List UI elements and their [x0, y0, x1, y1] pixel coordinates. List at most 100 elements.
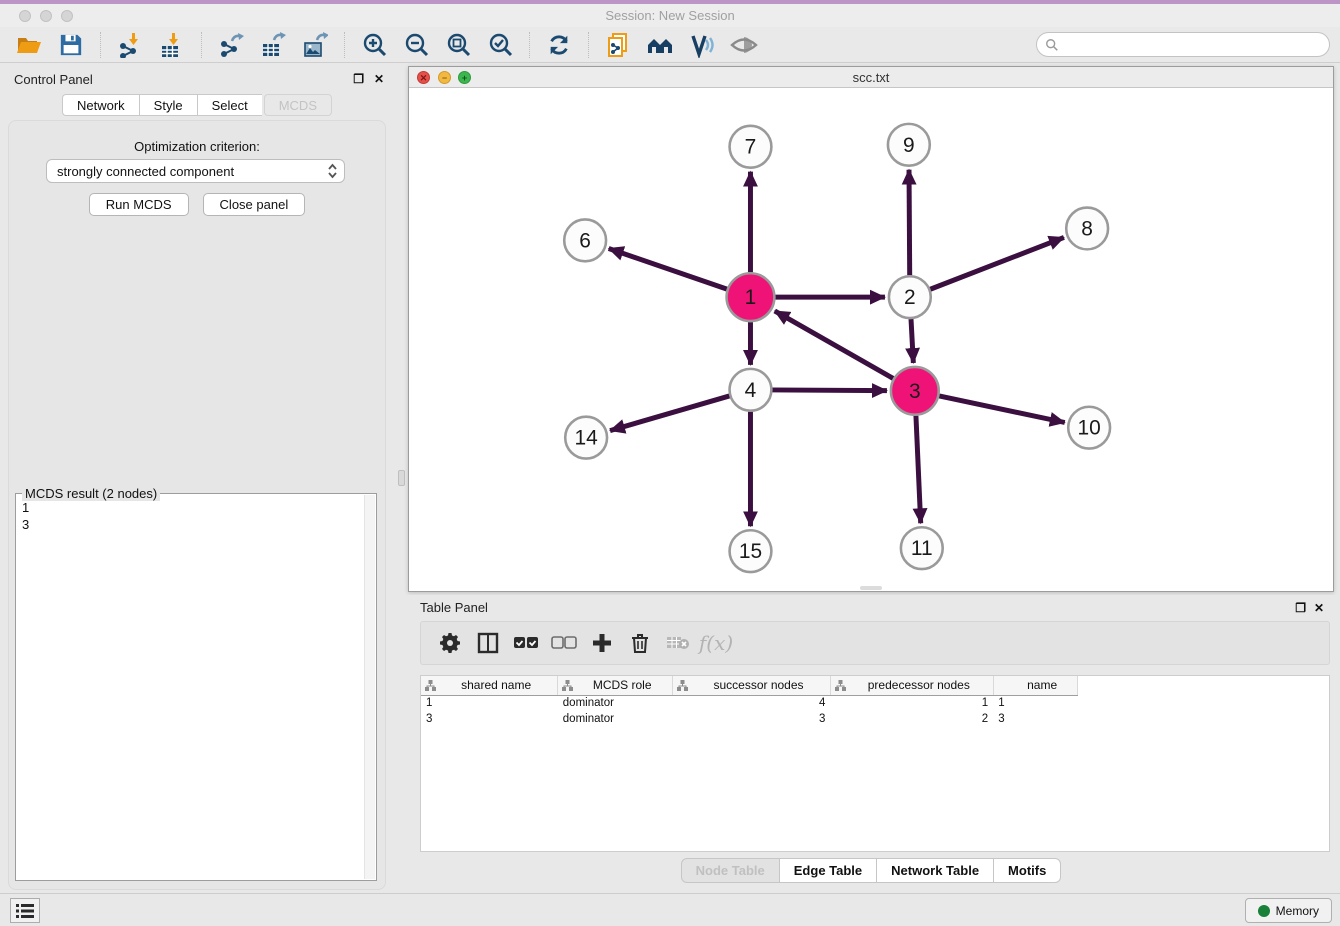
- graph-node-label-11: 11: [911, 537, 933, 560]
- zoom-fit-button[interactable]: [443, 30, 473, 60]
- cyndex-button[interactable]: [687, 30, 717, 60]
- zoom-out-button[interactable]: [401, 30, 431, 60]
- control-panel-float-button[interactable]: ❐: [353, 72, 364, 86]
- table-panel: Table Panel ❐ ✕: [408, 595, 1334, 889]
- toolbar-separator: [100, 32, 101, 58]
- search-input[interactable]: [1059, 37, 1329, 52]
- column-header-shared-name[interactable]: shared name: [421, 676, 558, 695]
- zoom-out-icon: [403, 32, 429, 58]
- zoom-in-icon: [361, 32, 387, 58]
- save-floppy-icon: [59, 33, 83, 57]
- delete-column-button[interactable]: [623, 628, 657, 658]
- close-panel-button[interactable]: Close panel: [203, 193, 306, 216]
- zoom-selected-button[interactable]: [485, 30, 515, 60]
- hierarchy-icon: [425, 680, 436, 691]
- tab-motifs[interactable]: Motifs: [993, 858, 1061, 883]
- network-window-titlebar[interactable]: ✕ − + scc.txt: [409, 67, 1333, 88]
- show-hide-panels-button[interactable]: [729, 30, 759, 60]
- table-settings-button[interactable]: [433, 628, 467, 658]
- memory-status-icon: [1258, 905, 1270, 917]
- show-column-button[interactable]: [471, 628, 505, 658]
- status-bar: Memory: [0, 893, 1340, 926]
- graph-node-label-3: 3: [909, 380, 921, 403]
- network-canvas[interactable]: 7968124314101511: [409, 89, 1333, 591]
- graph-edge-3-10[interactable]: [939, 396, 1065, 423]
- zoom-in-button[interactable]: [359, 30, 389, 60]
- window-titlebar: Session: New Session: [0, 4, 1340, 27]
- clone-network-button[interactable]: [603, 30, 633, 60]
- table-tabs: Node Table Edge Table Network Table Moti…: [408, 858, 1334, 883]
- create-column-button[interactable]: [585, 628, 619, 658]
- control-panel-close-button[interactable]: ✕: [374, 72, 384, 86]
- graph-edge-3-1[interactable]: [775, 311, 893, 378]
- network-resize-grip[interactable]: [860, 586, 882, 590]
- graph-edge-2-8[interactable]: [930, 237, 1064, 289]
- graph-node-label-4: 4: [745, 379, 757, 402]
- graph-edge-4-14[interactable]: [610, 396, 729, 431]
- search-field[interactable]: [1036, 32, 1330, 57]
- toolbar-separator: [529, 32, 530, 58]
- graph-edge-2-9[interactable]: [909, 170, 910, 276]
- export-table-button[interactable]: [258, 30, 288, 60]
- cyndex-icon: [689, 32, 715, 58]
- export-network-button[interactable]: [216, 30, 246, 60]
- trash-icon: [630, 632, 650, 654]
- graph-node-label-15: 15: [739, 540, 762, 563]
- run-mcds-button[interactable]: Run MCDS: [89, 193, 189, 216]
- column-header-predecessor-nodes[interactable]: predecessor nodes: [830, 676, 993, 695]
- tab-network-table[interactable]: Network Table: [876, 858, 993, 883]
- open-folder-icon: [16, 32, 42, 58]
- delete-table-button[interactable]: [661, 628, 695, 658]
- tab-node-table[interactable]: Node Table: [681, 858, 779, 883]
- network-window-title: scc.txt: [409, 70, 1333, 85]
- criterion-select[interactable]: strongly connected component: [46, 159, 345, 183]
- import-network-icon: [117, 32, 143, 58]
- graph-edge-3-11[interactable]: [916, 416, 921, 524]
- application-window: Session: New Session: [0, 0, 1340, 926]
- task-history-button[interactable]: [10, 898, 40, 923]
- column-header-name[interactable]: name: [993, 676, 1077, 695]
- column-header-mcds-role[interactable]: MCDS role: [558, 676, 673, 695]
- memory-button[interactable]: Memory: [1245, 898, 1332, 923]
- eye-icon: [730, 32, 758, 58]
- tab-network[interactable]: Network: [62, 94, 139, 116]
- deselect-all-columns-button[interactable]: [547, 628, 581, 658]
- plus-icon: [592, 633, 612, 653]
- list-icon: [16, 904, 34, 918]
- tab-edge-table[interactable]: Edge Table: [779, 858, 876, 883]
- tab-style[interactable]: Style: [139, 94, 197, 116]
- table-panel-float-button[interactable]: ❐: [1295, 601, 1306, 615]
- graph-edge-1-6[interactable]: [609, 248, 727, 289]
- column-header-successor-nodes[interactable]: successor nodes: [673, 676, 831, 695]
- export-table-icon: [260, 32, 286, 58]
- delete-table-icon: [666, 635, 690, 651]
- first-neighbors-button[interactable]: [645, 30, 675, 60]
- graph-edge-2-3[interactable]: [911, 319, 913, 363]
- optimization-criterion-label: Optimization criterion:: [9, 139, 385, 154]
- node-table-container: shared name MCDS role successor nodes pr…: [420, 675, 1330, 852]
- clone-network-icon: [605, 32, 631, 58]
- mcds-result-box: MCDS result (2 nodes) 1 3: [15, 493, 377, 881]
- fx-icon: f(x): [699, 631, 733, 655]
- tab-select[interactable]: Select: [197, 94, 262, 116]
- select-all-columns-button[interactable]: [509, 628, 543, 658]
- import-network-button[interactable]: [115, 30, 145, 60]
- import-table-icon: [159, 32, 185, 58]
- main-toolbar: [0, 27, 1340, 63]
- refresh-styles-button[interactable]: [544, 30, 574, 60]
- tab-mcds[interactable]: MCDS: [264, 94, 332, 116]
- table-row[interactable]: 3dominator323: [421, 711, 1329, 727]
- memory-label: Memory: [1276, 904, 1319, 918]
- table-row[interactable]: 1dominator411: [421, 695, 1329, 711]
- function-builder-button[interactable]: f(x): [699, 628, 733, 658]
- save-session-button[interactable]: [56, 30, 86, 60]
- open-session-button[interactable]: [14, 30, 44, 60]
- panel-splitter-handle[interactable]: [398, 470, 405, 486]
- graph-node-label-6: 6: [579, 229, 591, 252]
- table-panel-close-button[interactable]: ✕: [1314, 601, 1324, 615]
- export-image-button[interactable]: [300, 30, 330, 60]
- result-scrollbar[interactable]: [364, 495, 375, 879]
- import-table-button[interactable]: [157, 30, 187, 60]
- export-image-icon: [302, 32, 328, 58]
- graph-edge-4-3[interactable]: [772, 390, 887, 391]
